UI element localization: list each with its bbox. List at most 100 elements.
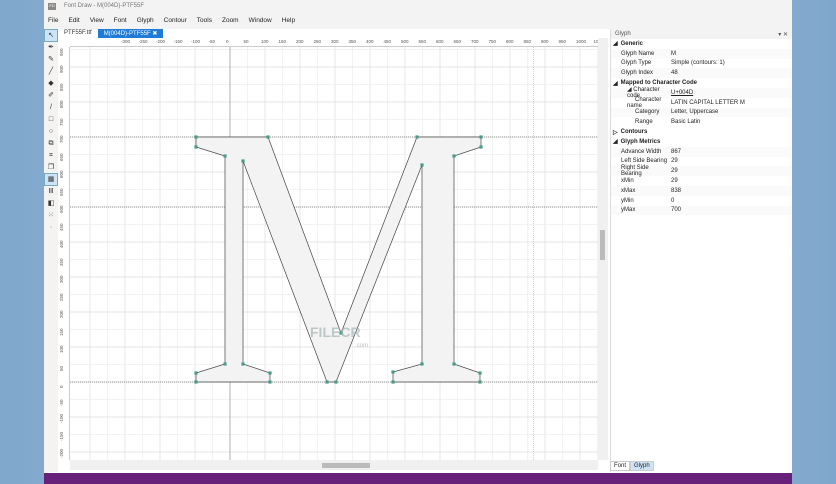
property-value: 29 xyxy=(671,178,678,185)
close-icon[interactable]: ✕ xyxy=(783,32,788,38)
tab-glyph[interactable]: M(004D)-PTF55F ✖ xyxy=(97,29,164,38)
scroll-thumb[interactable] xyxy=(322,463,370,468)
property-row[interactable]: yMin 0 xyxy=(611,196,792,206)
property-row[interactable]: Category Letter, Uppercase xyxy=(611,107,792,118)
ruler-label: 650 xyxy=(453,39,462,44)
pencil-icon[interactable]: ✎ xyxy=(45,54,57,65)
copy-icon[interactable]: ⧉ xyxy=(45,138,57,149)
property-row[interactable]: ◢ Generic xyxy=(611,39,792,49)
property-name: Category xyxy=(635,109,660,116)
menu-bar: File Edit View Font Glyph Contour Tools Zoom Win… xyxy=(44,12,792,29)
rectangle-icon[interactable]: □ xyxy=(45,114,57,125)
property-row[interactable]: Glyph Index 48 xyxy=(611,68,792,79)
property-value: Letter, Uppercase xyxy=(671,109,719,116)
menu-view[interactable]: View xyxy=(90,17,104,24)
property-row[interactable]: xMax 838 xyxy=(611,185,792,196)
glyph-editor-svg[interactable]: FILECR .com xyxy=(70,47,598,460)
menu-zoom[interactable]: Zoom xyxy=(222,17,239,24)
glyph-properties-panel: Glyph ▾ ✕ ◢ Generic Glyph Name M Glyph Type S… xyxy=(610,29,792,472)
section-label: Glyph Metrics xyxy=(620,138,661,145)
property-row[interactable]: xMin 29 xyxy=(611,176,792,186)
horizontal-scrollbar[interactable] xyxy=(70,460,598,470)
metrics-icon[interactable]: Ⅲ xyxy=(45,186,57,197)
pen-icon[interactable]: ✒ xyxy=(45,42,57,53)
menu-font[interactable]: Font xyxy=(114,17,127,24)
control-point xyxy=(268,371,272,375)
menu-glyph[interactable]: Glyph xyxy=(137,17,154,24)
menu-edit[interactable]: Edit xyxy=(68,17,79,24)
ruler-label: 500 xyxy=(59,205,64,213)
dot-icon[interactable]: · xyxy=(45,222,57,233)
property-row[interactable]: Advance Width 867 xyxy=(611,146,792,157)
grid-icon[interactable]: ▦ xyxy=(44,173,58,186)
dropdown-icon[interactable]: ▾ xyxy=(778,32,781,38)
layers-icon[interactable]: ❐ xyxy=(45,162,57,173)
property-value: 29 xyxy=(671,168,678,175)
vertical-scrollbar[interactable] xyxy=(598,38,608,460)
menu-tools[interactable]: Tools xyxy=(197,17,212,24)
control-point xyxy=(223,362,227,366)
eraser-icon[interactable]: ◆ xyxy=(45,78,57,89)
ruler-label: 100 xyxy=(261,39,269,44)
ruler-label: 900 xyxy=(541,39,549,44)
property-value: Basic Latin xyxy=(671,119,701,126)
tab-glyph-panel[interactable]: Glyph xyxy=(630,461,654,471)
transform-icon[interactable]: ⌗ xyxy=(45,150,57,161)
line-icon[interactable]: ╱ xyxy=(45,66,57,77)
ruler-label: 950 xyxy=(59,47,64,56)
property-row[interactable]: ◢ Glyph Metrics xyxy=(611,137,792,147)
ellipse-icon[interactable]: ○ xyxy=(45,126,57,137)
menu-help[interactable]: Help xyxy=(282,17,295,24)
control-point xyxy=(452,362,456,366)
ruler-label: 1000 xyxy=(576,39,587,44)
ruler-label: 900 xyxy=(59,65,64,73)
app-window: FD Font Draw - M(004D)-PTF55F File Edit Vi… xyxy=(44,0,792,484)
collapse-icon[interactable]: ◢ xyxy=(613,138,618,145)
tab-font[interactable]: Font xyxy=(610,461,631,471)
ruler-label: 700 xyxy=(471,39,479,44)
property-row[interactable]: Character name LATIN CAPITAL LETTER M xyxy=(611,96,792,109)
ruler-label: 300 xyxy=(59,275,64,283)
pointer-icon[interactable]: ↖ xyxy=(44,29,58,42)
control-point xyxy=(241,159,245,163)
nodes-icon[interactable]: ⁙ xyxy=(45,210,57,221)
menu-contour[interactable]: Contour xyxy=(164,17,187,24)
expand-icon[interactable]: ▷ xyxy=(613,129,618,136)
property-name: xMin xyxy=(621,178,634,185)
ruler-label: 350 xyxy=(348,39,357,44)
property-value: 0 xyxy=(671,197,675,204)
ruler-label: 150 xyxy=(278,39,287,44)
knife-icon[interactable]: / xyxy=(45,102,57,113)
property-row[interactable]: Right Side Bearing 29 xyxy=(611,165,792,177)
ruler-label: 350 xyxy=(59,257,64,266)
scroll-thumb[interactable] xyxy=(600,230,605,260)
brush-icon[interactable]: ✐ xyxy=(45,90,57,101)
vertical-ruler: 950 900 850 800 750 700 650 600 550 500 450 400 350 3… xyxy=(58,47,70,460)
ruler-label: 700 xyxy=(59,135,64,143)
menu-file[interactable]: File xyxy=(48,17,58,24)
property-value: 838 xyxy=(671,187,682,194)
close-icon[interactable]: ✖ xyxy=(152,31,157,37)
watermark: FILECR xyxy=(310,324,361,340)
property-value: 867 xyxy=(671,148,682,155)
component-icon[interactable]: ◧ xyxy=(45,198,57,209)
ruler-label: 500 xyxy=(401,39,409,44)
ruler-label: -50 xyxy=(59,398,64,406)
control-point xyxy=(479,145,483,149)
property-name: Character name xyxy=(627,96,662,109)
document-tabs: PTF55F.ttf M(004D)-PTF55F ✖ xyxy=(58,29,164,38)
property-name: Advance Width xyxy=(621,148,662,155)
property-row[interactable]: yMax 700 xyxy=(611,205,792,216)
property-row[interactable]: Range Basic Latin xyxy=(611,117,792,127)
window-title: Font Draw - M(004D)-PTF55F xyxy=(64,3,145,9)
collapse-icon[interactable]: ◢ xyxy=(613,40,618,47)
property-row[interactable]: Glyph Type Simple (contours: 1) xyxy=(611,59,792,69)
glyph-canvas[interactable]: FILECR .com xyxy=(70,47,598,460)
ruler-label: -50 xyxy=(208,39,216,44)
control-point xyxy=(452,154,456,158)
menu-window[interactable]: Window xyxy=(249,17,272,24)
property-row[interactable]: Glyph Name M xyxy=(611,48,792,59)
property-row[interactable]: ▷ Contours xyxy=(611,127,792,137)
ruler-label: 850 xyxy=(59,82,64,91)
tab-font-file[interactable]: PTF55F.ttf xyxy=(58,29,98,38)
